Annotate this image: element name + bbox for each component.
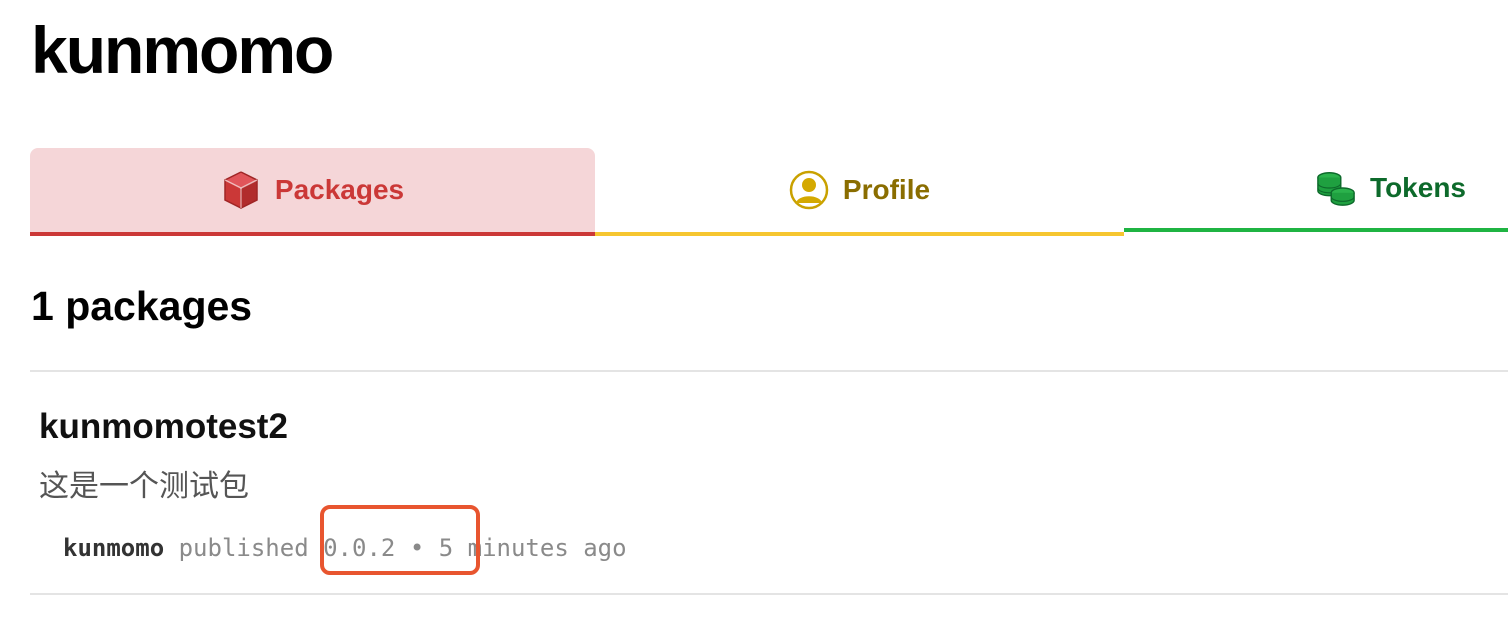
package-meta: kunmomo published 0.0.2 • 5 minutes ago	[63, 528, 627, 568]
package-name-link[interactable]: kunmomotest2	[39, 404, 288, 450]
divider	[30, 370, 1508, 372]
tab-label: Tokens	[1370, 172, 1466, 203]
tab-packages[interactable]: Packages	[30, 148, 595, 236]
published-time: 5 minutes ago	[438, 534, 627, 562]
coins-icon	[1316, 168, 1356, 208]
page-title: kunmomo	[31, 13, 334, 87]
tab-tokens[interactable]: Tokens	[1124, 148, 1508, 232]
user-circle-icon	[789, 170, 829, 210]
divider	[30, 593, 1508, 595]
published-word: published	[178, 534, 309, 562]
package-icon	[221, 170, 261, 210]
package-description: 这是一个测试包	[39, 470, 249, 503]
package-version: 0.0.2	[323, 534, 396, 562]
tab-label: Packages	[274, 174, 405, 205]
profile-tabs: Packages Profile Tokens	[30, 148, 1508, 236]
meta-separator: •	[409, 534, 425, 562]
packages-count-heading: 1 packages	[31, 283, 253, 329]
tab-profile[interactable]: Profile	[595, 148, 1124, 236]
publisher-link[interactable]: kunmomo	[63, 534, 164, 562]
user-packages-page: kunmomo Packages Profile Tokens 1 packag…	[0, 0, 1508, 626]
tab-label: Profile	[842, 174, 931, 205]
